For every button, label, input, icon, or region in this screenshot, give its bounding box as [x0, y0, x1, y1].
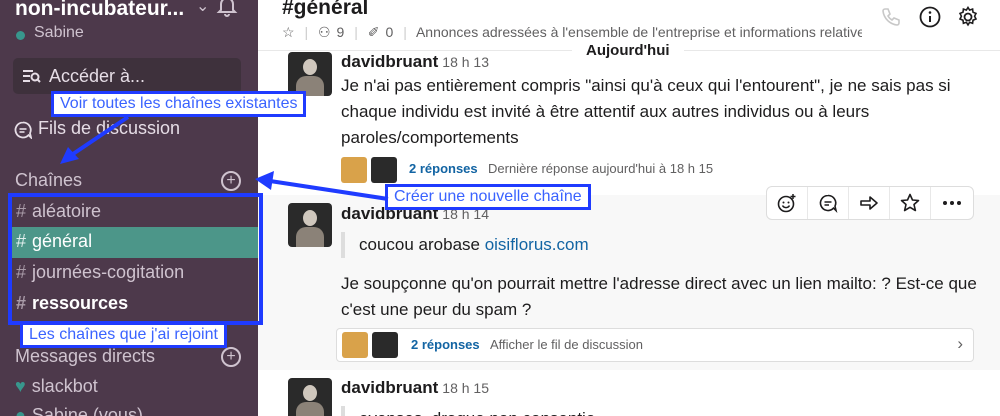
add-reaction-button[interactable] [767, 187, 808, 219]
chevron-right-icon: › [957, 334, 963, 353]
message: davidbruant18 h 15 evenses, drague non c… [258, 372, 1000, 416]
add-channel-icon[interactable]: + [221, 171, 241, 191]
member-count[interactable]: 9 [337, 24, 345, 40]
message-pane: #général ☆ | ⚇ 9 | ✐ 0 | Annonces adressée… [258, 0, 1000, 416]
reply-avatar [342, 332, 368, 358]
share-button[interactable] [849, 187, 890, 219]
divider: | [304, 24, 309, 40]
presence-dot-icon: ● [15, 405, 26, 416]
dm-label: slackbot [31, 376, 98, 396]
message-time[interactable]: 18 h 13 [442, 54, 489, 70]
pin-icon[interactable]: ✐ [368, 24, 380, 40]
message-author[interactable]: davidbruant 18 h 13 [341, 52, 489, 72]
thread-icon [819, 194, 838, 213]
heart-icon: ♥ [15, 376, 26, 396]
message-text: Je soupçonne qu'on pourrait mettre l'adr… [341, 274, 977, 319]
avatar[interactable] [288, 52, 332, 96]
thread-summary[interactable]: 2 réponses Afficher le fil de discussion… [336, 328, 974, 362]
jump-to-label: Accéder à... [49, 66, 146, 86]
quote-block: coucou arobase oisiflorus.com [341, 232, 589, 258]
channel-meta: ☆ | ⚇ 9 | ✐ 0 | Annonces adressées à l'ens… [282, 24, 862, 41]
divider: | [354, 24, 358, 40]
reply-count[interactable]: 2 réponses [411, 337, 480, 352]
phone-icon[interactable] [880, 6, 902, 28]
jump-to-button[interactable]: Accéder à... [13, 58, 241, 94]
info-icon[interactable] [919, 6, 941, 28]
author-name[interactable]: davidbruant [341, 52, 438, 71]
add-dm-icon[interactable]: + [221, 347, 241, 367]
chevron-down-icon[interactable]: ⌄ [196, 0, 209, 16]
channels-header[interactable]: Chaînes [15, 170, 82, 191]
email-link[interactable]: oisiflorus.com [485, 235, 589, 254]
pinned-count[interactable]: 0 [386, 24, 394, 40]
dm-label: Sabine (vous) [31, 405, 143, 416]
quote-text: coucou arobase [359, 235, 485, 254]
quote-block: evenses, drague non consentie [341, 406, 595, 416]
star-icon [900, 193, 920, 212]
reply-avatar [371, 157, 397, 183]
annotation-joined-channels: Les chaînes que j'ai rejoint [20, 322, 227, 348]
jump-to-icon [23, 70, 41, 83]
members-icon[interactable]: ⚇ [318, 24, 331, 40]
save-button[interactable] [890, 187, 931, 219]
avatar-head [303, 59, 317, 75]
sidebar-item-slackbot[interactable]: ♥ slackbot [15, 376, 98, 397]
star-icon[interactable]: ☆ [282, 24, 295, 40]
message: davidbruant 18 h 13 Je n'ai pas entièreme… [258, 48, 1000, 188]
avatar-body [296, 227, 324, 247]
reply-thread-button[interactable] [808, 187, 849, 219]
threads-icon [14, 121, 32, 139]
sidebar-item-self[interactable]: ● Sabine (vous) [15, 405, 143, 416]
channel-title[interactable]: #général [282, 0, 368, 20]
annotation-all-channels: Voir toutes les chaînes existantes [51, 91, 307, 117]
bell-icon[interactable] [216, 0, 238, 18]
gear-icon[interactable] [957, 6, 979, 28]
avatar[interactable] [288, 203, 332, 247]
view-thread-link[interactable]: Afficher le fil de discussion [490, 337, 643, 352]
reply-avatar [372, 332, 398, 358]
message-time[interactable]: 18 h 15 [442, 380, 489, 396]
author-name[interactable]: davidbruant [341, 378, 438, 397]
message: davidbruant 18 h 14 coucou arobase oisifl… [258, 195, 1000, 370]
thread-summary[interactable]: 2 réponses Dernière réponse aujourd'hui … [341, 157, 761, 187]
last-reply-time: Dernière réponse aujourd'hui à 18 h 15 [488, 161, 714, 176]
avatar-head [303, 210, 317, 226]
reply-avatar [341, 157, 367, 183]
message-author[interactable]: davidbruant 18 h 15 [341, 378, 489, 398]
more-actions-button[interactable] [931, 187, 972, 219]
message-actions-toolbar [766, 186, 974, 220]
more-dots-icon [942, 201, 961, 205]
channel-topic[interactable]: Annonces adressées à l'ensemble de l'ent… [416, 24, 862, 40]
joined-channels-highlight [8, 193, 263, 325]
workspace-name[interactable]: non-incubateur... [15, 0, 184, 21]
presence-indicator [16, 31, 25, 40]
reply-count[interactable]: 2 réponses [409, 161, 478, 176]
avatar-body [296, 402, 324, 416]
divider: | [403, 24, 407, 40]
message-text: Je n'ai pas entièrement compris "ainsi q… [341, 76, 951, 147]
avatar-head [303, 385, 317, 401]
avatar[interactable] [288, 378, 332, 416]
share-arrow-icon [860, 196, 878, 210]
annotation-new-channel: Créer une nouvelle chaîne [385, 184, 591, 210]
direct-messages-header[interactable]: Messages directs [15, 346, 155, 367]
current-user: Sabine [34, 24, 84, 41]
emoji-icon [777, 194, 796, 213]
sidebar-item-threads[interactable]: Fils de discussion [38, 118, 180, 139]
